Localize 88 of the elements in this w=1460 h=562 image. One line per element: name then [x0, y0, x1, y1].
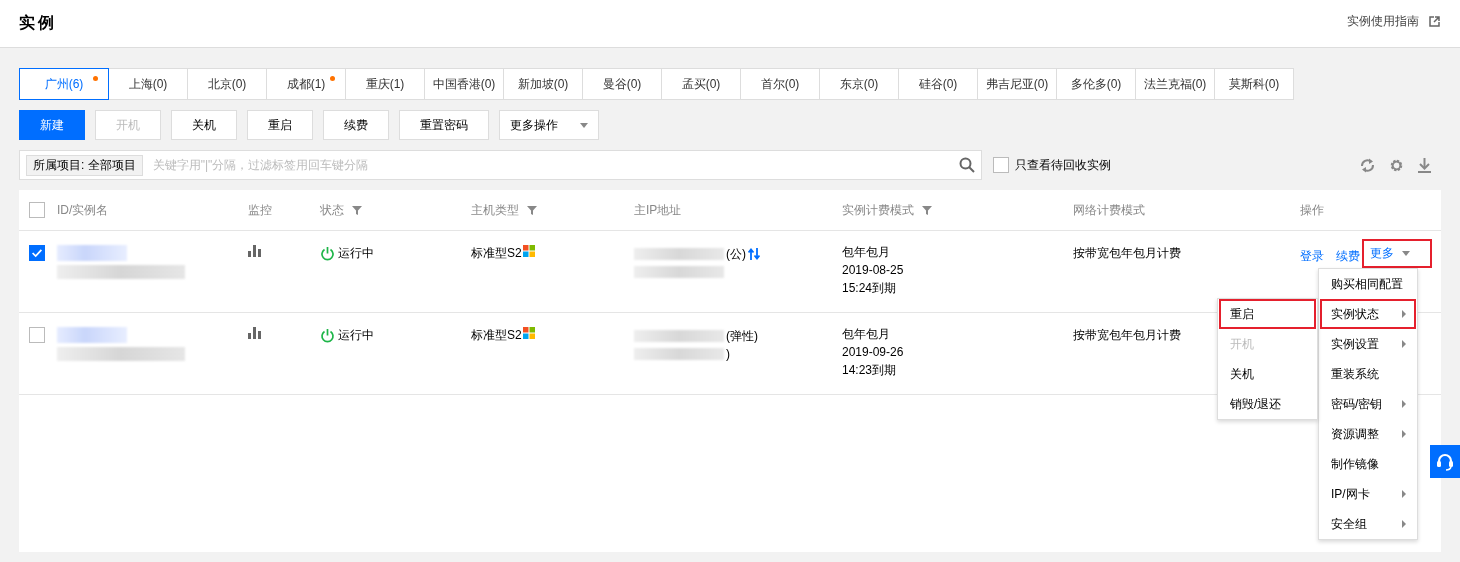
- billing-text: 2019-08-25: [842, 263, 905, 278]
- settings-icon[interactable]: [1389, 157, 1404, 173]
- menu-item[interactable]: 制作镜像: [1320, 449, 1416, 479]
- column-header: 状态: [320, 201, 344, 219]
- windows-icon: [522, 327, 535, 339]
- status-text: 运行中: [338, 245, 374, 262]
- column-header: 网络计费模式: [1073, 201, 1145, 219]
- guide-link[interactable]: 实例使用指南: [1347, 13, 1419, 30]
- filter-icon[interactable]: [352, 205, 362, 215]
- menu-item[interactable]: 资源调整: [1320, 419, 1416, 449]
- bar-chart-icon[interactable]: [248, 327, 262, 339]
- ip-type: (弹性): [726, 327, 758, 345]
- checkbox[interactable]: [29, 202, 45, 218]
- region-tab[interactable]: 东京(0): [819, 68, 899, 100]
- menu-item[interactable]: 密码/密钥: [1320, 389, 1416, 419]
- action-link[interactable]: 续费: [1336, 248, 1360, 265]
- region-tab[interactable]: 重庆(1): [345, 68, 425, 100]
- windows-icon: [522, 245, 535, 257]
- bar-chart-icon[interactable]: [248, 245, 262, 257]
- project-tag[interactable]: 所属项目: 全部项目: [26, 154, 143, 176]
- region-tab[interactable]: 孟买(0): [661, 68, 741, 100]
- checkbox[interactable]: [29, 327, 45, 343]
- refresh-icon[interactable]: [1360, 157, 1375, 173]
- toolbar-button[interactable]: 新建: [19, 110, 85, 140]
- region-tab[interactable]: 曼谷(0): [582, 68, 662, 100]
- filter-icon[interactable]: [922, 205, 932, 215]
- toolbar-button[interactable]: 重启: [247, 110, 313, 140]
- menu-item[interactable]: 实例状态: [1320, 299, 1416, 329]
- column-header: 实例计费模式: [842, 201, 914, 219]
- more-actions-dropdown[interactable]: 更多操作: [499, 110, 599, 140]
- column-header: 监控: [248, 201, 272, 219]
- notification-dot: [330, 76, 335, 81]
- billing-text: 14:23到期: [842, 363, 898, 378]
- checkbox[interactable]: [993, 157, 1009, 173]
- network-billing: 按带宽包年包月计费: [1073, 245, 1182, 262]
- menu-item[interactable]: 重启: [1219, 299, 1316, 329]
- external-link-icon[interactable]: [1429, 16, 1440, 27]
- power-icon: [320, 246, 335, 261]
- download-icon[interactable]: [1418, 157, 1431, 173]
- host-type: 标准型S2: [471, 327, 522, 344]
- power-icon: [320, 328, 335, 343]
- region-tab[interactable]: 成都(1): [266, 68, 346, 100]
- column-header: 操作: [1300, 201, 1324, 219]
- column-header: 主IP地址: [634, 201, 682, 219]
- search-icon[interactable]: [959, 157, 975, 173]
- billing-text: 包年包月: [842, 245, 891, 260]
- region-tab[interactable]: 中国香港(0): [424, 68, 504, 100]
- host-type: 标准型S2: [471, 245, 522, 262]
- redacted-text: [57, 327, 127, 343]
- billing-text: 15:24到期: [842, 281, 898, 296]
- status-text: 运行中: [338, 327, 374, 344]
- headset-icon: [1436, 452, 1454, 471]
- region-tab[interactable]: 北京(0): [187, 68, 267, 100]
- region-tab[interactable]: 首尔(0): [740, 68, 820, 100]
- swap-icon[interactable]: [748, 248, 760, 260]
- billing-text: 2019-09-26: [842, 345, 905, 360]
- search-field[interactable]: 所属项目: 全部项目 关键字用"|"分隔，过滤标签用回车键分隔: [19, 150, 982, 180]
- menu-item[interactable]: 重装系统: [1320, 359, 1416, 389]
- menu-item[interactable]: 关机: [1219, 359, 1316, 389]
- region-tab[interactable]: 硅谷(0): [898, 68, 978, 100]
- region-tab[interactable]: 多伦多(0): [1056, 68, 1136, 100]
- checkbox[interactable]: [29, 245, 45, 261]
- filter-icon[interactable]: [527, 205, 537, 215]
- region-tab[interactable]: 上海(0): [108, 68, 188, 100]
- menu-item[interactable]: 安全组: [1320, 509, 1416, 539]
- menu-item[interactable]: 购买相同配置: [1320, 269, 1416, 299]
- column-header: ID/实例名: [57, 201, 109, 219]
- checkbox-label: 只查看待回收实例: [1015, 156, 1111, 174]
- region-tab[interactable]: 弗吉尼亚(0): [977, 68, 1057, 100]
- region-tab[interactable]: 莫斯科(0): [1214, 68, 1294, 100]
- support-button[interactable]: [1430, 445, 1460, 478]
- region-tab[interactable]: 广州(6): [19, 68, 109, 100]
- ip-type: ): [726, 347, 730, 361]
- redacted-text: [57, 245, 127, 261]
- page-title: 实例: [19, 13, 57, 33]
- billing-text: 包年包月: [842, 327, 891, 342]
- region-tab[interactable]: 法兰克福(0): [1135, 68, 1215, 100]
- notification-dot: [93, 76, 98, 81]
- menu-item[interactable]: 实例设置: [1320, 329, 1416, 359]
- toolbar-button[interactable]: 重置密码: [399, 110, 489, 140]
- region-tab[interactable]: 新加坡(0): [503, 68, 583, 100]
- menu-item[interactable]: 销毁/退还: [1219, 389, 1316, 419]
- ip-type: (公): [726, 245, 746, 263]
- toolbar-button[interactable]: 续费: [323, 110, 389, 140]
- toolbar-button[interactable]: 关机: [171, 110, 237, 140]
- menu-item[interactable]: IP/网卡: [1320, 479, 1416, 509]
- action-link[interactable]: 登录: [1300, 248, 1324, 265]
- column-header: 主机类型: [471, 201, 519, 219]
